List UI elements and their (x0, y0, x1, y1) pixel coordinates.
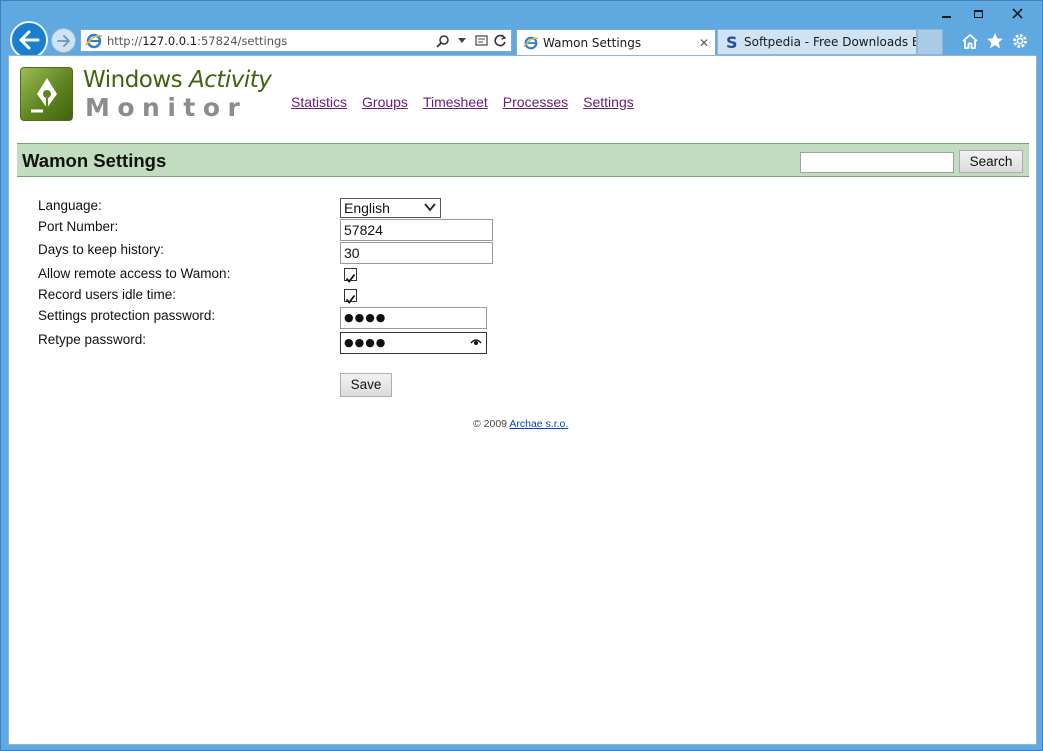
page-title: Wamon Settings (22, 150, 167, 171)
home-button[interactable] (960, 31, 980, 51)
maximize-button[interactable] (963, 4, 993, 22)
logo-badge (20, 67, 73, 121)
browser-window: http://127.0.0.1:57824/settings Wamon Se… (0, 0, 1043, 751)
svg-text:S: S (726, 34, 738, 50)
search-input[interactable] (800, 152, 954, 173)
url-text[interactable]: http://127.0.0.1:57824/settings (107, 34, 435, 48)
chevron-down-icon (424, 203, 436, 212)
checkmark-icon (345, 273, 356, 283)
close-tab-icon[interactable]: ✕ (697, 36, 711, 50)
reveal-password-icon[interactable] (470, 336, 482, 348)
new-tab-button[interactable] (917, 29, 943, 55)
favorites-button[interactable] (985, 31, 1005, 51)
menu-timesheet[interactable]: Timesheet (423, 94, 488, 110)
ie-page-icon (523, 36, 539, 49)
search-button[interactable]: Search (959, 150, 1023, 173)
chevron-down-icon (458, 37, 466, 43)
copyright-text: © 2009 (473, 418, 510, 430)
idle-time-label: Record users idle time: (38, 287, 177, 302)
menu-settings[interactable]: Settings (583, 94, 634, 110)
archae-link[interactable]: Archae s.r.o. (509, 418, 568, 430)
menu-groups[interactable]: Groups (362, 94, 408, 110)
password-label: Settings protection password: (38, 308, 216, 323)
tab-wamon-settings[interactable]: Wamon Settings ✕ (516, 29, 716, 55)
retype-password-label: Retype password: (38, 332, 147, 347)
back-button[interactable] (10, 21, 48, 59)
language-selected-value: English (344, 200, 390, 216)
history-days-input[interactable]: 30 (340, 242, 493, 264)
retype-password-value: ●●●● (344, 336, 387, 349)
language-label: Language: (38, 198, 102, 213)
url-path: :57824/settings (197, 33, 288, 48)
menu-statistics[interactable]: Statistics (291, 94, 347, 110)
refresh-icon (493, 34, 506, 47)
gear-icon (1013, 34, 1027, 48)
tab-softpedia[interactable]: S Softpedia - Free Downloads En... (717, 29, 917, 55)
pen-nib-icon (31, 78, 57, 113)
dropdown-arrow-button[interactable] (454, 33, 470, 49)
close-icon (1011, 8, 1023, 19)
softpedia-logo-icon: S (726, 34, 738, 50)
home-icon (962, 33, 978, 49)
forward-button[interactable] (51, 28, 76, 53)
url-prefix: http:// (107, 33, 143, 48)
compatibility-view-button[interactable] (473, 33, 489, 49)
magnifier-icon (436, 34, 449, 48)
checkmark-icon (345, 294, 356, 304)
history-label: Days to keep history: (38, 242, 165, 257)
remote-access-label: Allow remote access to Wamon: (38, 266, 231, 281)
minimize-icon (941, 15, 951, 18)
tools-button[interactable] (1010, 31, 1030, 51)
refresh-button[interactable] (492, 33, 508, 49)
logo-word-windows: Windows (83, 67, 189, 93)
save-button[interactable]: Save (340, 373, 392, 397)
compatibility-icon (474, 35, 488, 46)
address-bar[interactable]: http://127.0.0.1:57824/settings (80, 29, 512, 52)
password-input[interactable]: ●●●● (340, 307, 487, 329)
tab-label: Wamon Settings (543, 35, 642, 50)
port-label: Port Number: (38, 219, 119, 234)
ie-page-icon (85, 33, 103, 48)
minimize-button[interactable] (931, 4, 961, 22)
app-logo[interactable]: Windows Activity Monitor (20, 67, 275, 123)
menu-processes[interactable]: Processes (503, 94, 568, 110)
retype-password-input[interactable]: ●●●● (340, 332, 487, 354)
url-host: 127.0.0.1 (142, 33, 198, 48)
maximize-icon (973, 9, 983, 18)
forward-arrow-icon (56, 34, 70, 47)
search-dropdown-button[interactable] (435, 33, 451, 49)
page-viewport: Windows Activity Monitor Statistics Grou… (8, 55, 1037, 745)
language-select[interactable]: English (340, 198, 441, 218)
logo-title: Windows Activity (83, 67, 272, 93)
tab-label: Softpedia - Free Downloads En... (744, 35, 916, 49)
footer: © 2009 Archae s.r.o. (473, 418, 568, 430)
idle-time-checkbox[interactable] (344, 289, 357, 304)
page-header-bar: Wamon Settings Search (17, 143, 1029, 177)
remote-access-checkbox[interactable] (344, 268, 357, 283)
port-input[interactable]: 57824 (340, 219, 493, 241)
close-window-button[interactable] (995, 4, 1039, 22)
logo-subtitle: Monitor (85, 93, 248, 122)
main-menu: Statistics Groups Timesheet Processes Se… (291, 94, 634, 110)
logo-word-activity: Activity (188, 67, 272, 93)
back-arrow-icon (19, 30, 40, 50)
star-icon (987, 33, 1003, 49)
